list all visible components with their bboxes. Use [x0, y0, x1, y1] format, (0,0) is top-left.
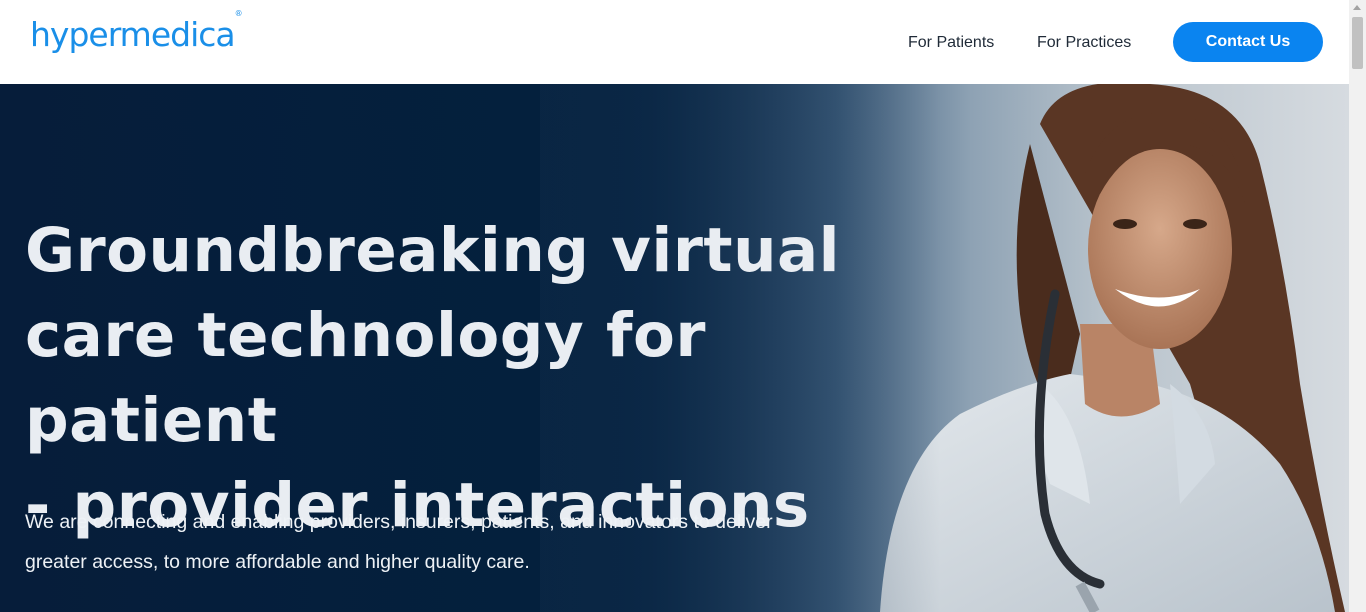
nav-for-practices[interactable]: For Practices: [1037, 34, 1131, 52]
page-scrollbar[interactable]: [1349, 0, 1366, 612]
hero-subtitle-line-2: greater access, to more affordable and h…: [25, 551, 530, 573]
contact-us-button[interactable]: Contact Us: [1173, 22, 1323, 62]
hero-subtitle-line-1: We are connecting and enabling providers…: [25, 511, 773, 533]
hero-subtitle: We are connecting and enabling providers…: [25, 502, 905, 582]
hero-title-line-1: Groundbreaking virtual: [25, 215, 841, 286]
page: hypermedica® For Patients For Practices …: [0, 0, 1349, 612]
scroll-up-arrow-icon[interactable]: [1353, 5, 1361, 10]
site-header: hypermedica® For Patients For Practices …: [0, 0, 1349, 84]
hero-title: Groundbreaking virtual care technology fo…: [25, 208, 925, 548]
nav-for-patients[interactable]: For Patients: [908, 34, 994, 52]
scrollbar-thumb[interactable]: [1352, 17, 1363, 69]
logo-text: hypermedica: [30, 15, 236, 54]
hero-title-line-2: care technology for patient: [25, 300, 706, 456]
registered-mark: ®: [234, 9, 243, 18]
hero-section: Groundbreaking virtual care technology fo…: [0, 84, 1349, 612]
hypermedica-logo[interactable]: hypermedica®: [30, 10, 243, 54]
